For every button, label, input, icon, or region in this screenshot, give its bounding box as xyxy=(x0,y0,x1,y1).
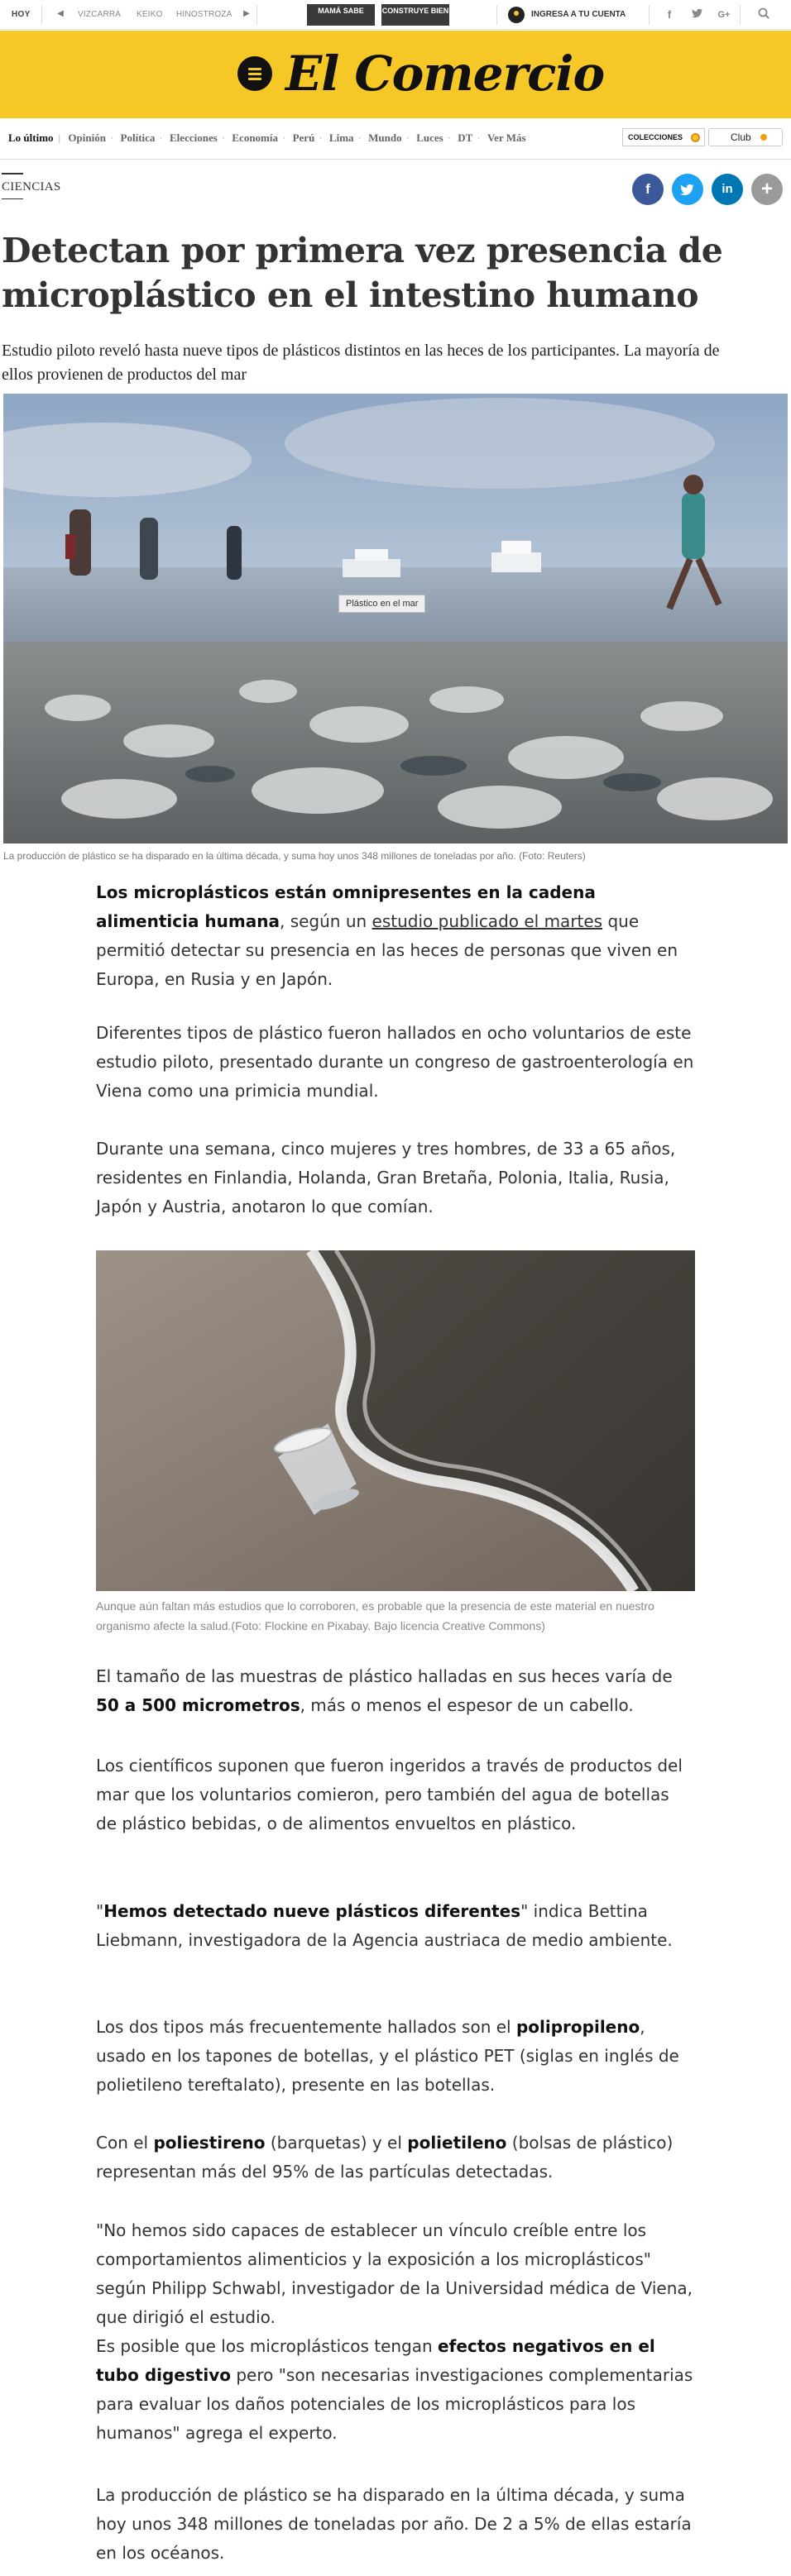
nav-item-luces[interactable]: Luces xyxy=(416,131,443,144)
section-rule xyxy=(2,173,23,174)
nav-item-peru[interactable]: Perú xyxy=(293,131,315,144)
inline-photo-caption: Aunque aún faltan más estudios que lo co… xyxy=(96,1599,654,1632)
nav-item-lo-ultimo[interactable]: Lo último xyxy=(8,131,54,144)
top-utility-bar: HOY ◀ VIZCARRA KEIKO HINOSTROZA ▶ MAMÁ S… xyxy=(0,0,791,30)
hamburger-menu-button[interactable] xyxy=(237,56,272,91)
club-label: Club xyxy=(731,131,751,143)
hero-image[interactable] xyxy=(3,394,788,844)
paragraph-2: Diferentes tipos de plástico fueron hall… xyxy=(96,1023,694,1101)
inline-photo-cup-on-sand[interactable] xyxy=(96,1250,695,1591)
hero-tooltip: Plástico en el mar xyxy=(338,595,426,613)
search-icon[interactable] xyxy=(756,7,771,22)
site-logo[interactable]: El Comercio xyxy=(285,45,605,102)
paragraph-8-text: Con el xyxy=(96,2133,154,2153)
user-icon xyxy=(508,7,525,23)
share-more-button[interactable]: + xyxy=(751,174,783,205)
divider xyxy=(496,5,497,25)
section-label[interactable]: CIENCIAS xyxy=(2,180,61,194)
nav-item-opinion[interactable]: Opinión xyxy=(68,131,106,144)
paragraph-7: Los dos tipos más frecuentemente hallado… xyxy=(96,2013,695,2100)
paragraph-6-quote: " xyxy=(96,1901,104,1921)
paragraph-8-bold-2: polietileno xyxy=(407,2133,507,2153)
club-dot-icon xyxy=(760,134,767,141)
facebook-icon[interactable]: f xyxy=(662,7,677,22)
chevron-left-icon[interactable]: ◀ xyxy=(56,8,65,20)
paragraph-6-bold: Hemos detectado nueve plásticos diferent… xyxy=(103,1901,521,1921)
divider xyxy=(649,5,650,25)
login-label: INGRESA A TU CUENTA xyxy=(531,10,626,19)
paragraph-11: La producción de plástico se ha disparad… xyxy=(96,2485,692,2563)
paragraph-8-bold-1: poliestireno xyxy=(153,2133,266,2153)
nav-item-economia[interactable]: Economía xyxy=(232,131,278,144)
promo-mama-sabe[interactable]: MAMÁ SABE xyxy=(307,4,375,26)
paragraph-4-bold: 50 a 500 micrometros xyxy=(96,1695,300,1715)
nav-item-elecciones[interactable]: Elecciones xyxy=(170,131,218,144)
twitter-icon[interactable] xyxy=(690,7,705,22)
divider xyxy=(740,5,741,25)
nav-item-mundo[interactable]: Mundo xyxy=(368,131,401,144)
divider xyxy=(256,5,257,25)
share-linkedin-button[interactable]: in xyxy=(712,174,743,205)
article-subhead: Estudio piloto reveló hasta nueve tipos … xyxy=(2,342,720,384)
masthead: El Comercio xyxy=(0,31,791,118)
divider xyxy=(41,5,42,25)
paragraph-4-text: El tamaño de las muestras de plástico ha… xyxy=(96,1666,673,1686)
paragraph-10-text: Es posible que los microplásticos tengan xyxy=(96,2336,439,2356)
paragraph-8: Con el poliestireno (barquetas) y el pol… xyxy=(96,2129,695,2186)
paragraph-1-text: , según un xyxy=(279,911,372,931)
nav-item-politica[interactable]: Política xyxy=(121,131,156,144)
tag-hinostroza[interactable]: HINOSTROZA xyxy=(176,10,233,19)
paragraph-4: El tamaño de las muestras de plástico ha… xyxy=(96,1662,695,1720)
paragraph-7-bold: polipropileno xyxy=(515,2017,640,2037)
share-facebook-button[interactable]: f xyxy=(632,174,664,205)
paragraph-8-text-mid: (barquetas) y el xyxy=(265,2133,408,2153)
paragraph-3: Durante una semana, cinco mujeres y tres… xyxy=(96,1139,676,1216)
article-headline: Detectan por primera vez presencia de mi… xyxy=(2,231,723,315)
section-underline xyxy=(2,198,23,199)
paragraph-9: "No hemos sido capaces de establecer un … xyxy=(96,2220,693,2327)
section-nav: Lo último | Opinión · Política · Elecciones… xyxy=(0,118,791,160)
paragraph-10: Es posible que los microplásticos tengan… xyxy=(96,2332,695,2448)
paragraph-1: Los microplásticos están omnipresentes e… xyxy=(96,878,695,994)
paragraph-4-text-end: , más o menos el espesor de un cabello. xyxy=(300,1695,634,1715)
paragraph-5: Los científicos suponen que fueron inger… xyxy=(96,1756,683,1833)
study-link[interactable]: estudio publicado el martes xyxy=(372,911,603,931)
nav-item-dt[interactable]: DT xyxy=(458,131,472,144)
paragraph-6: "Hemos detectado nueve plásticos diferen… xyxy=(96,1897,695,1955)
google-plus-icon[interactable]: G+ xyxy=(717,7,731,22)
chevron-right-icon[interactable]: ▶ xyxy=(242,8,251,20)
tag-vizcarra[interactable]: VIZCARRA xyxy=(78,10,121,19)
tag-keiko[interactable]: KEIKO xyxy=(137,10,163,19)
club-button[interactable]: Club xyxy=(708,128,783,146)
promo-construye-bien[interactable]: CONSTRUYE BIEN xyxy=(381,4,449,26)
share-twitter-button[interactable] xyxy=(672,174,703,205)
colecciones-button[interactable]: COLECCIONES xyxy=(622,128,705,146)
colecciones-icon xyxy=(691,133,700,142)
hero-caption: La producción de plástico se ha disparad… xyxy=(3,850,586,862)
colecciones-label: COLECCIONES xyxy=(628,133,683,141)
nav-item-ver-mas[interactable]: Ver Más xyxy=(487,131,526,144)
nav-item-lima[interactable]: Lima xyxy=(329,131,354,144)
paragraph-7-text: Los dos tipos más frecuentemente hallado… xyxy=(96,2017,516,2037)
today-label: HOY xyxy=(12,10,31,19)
